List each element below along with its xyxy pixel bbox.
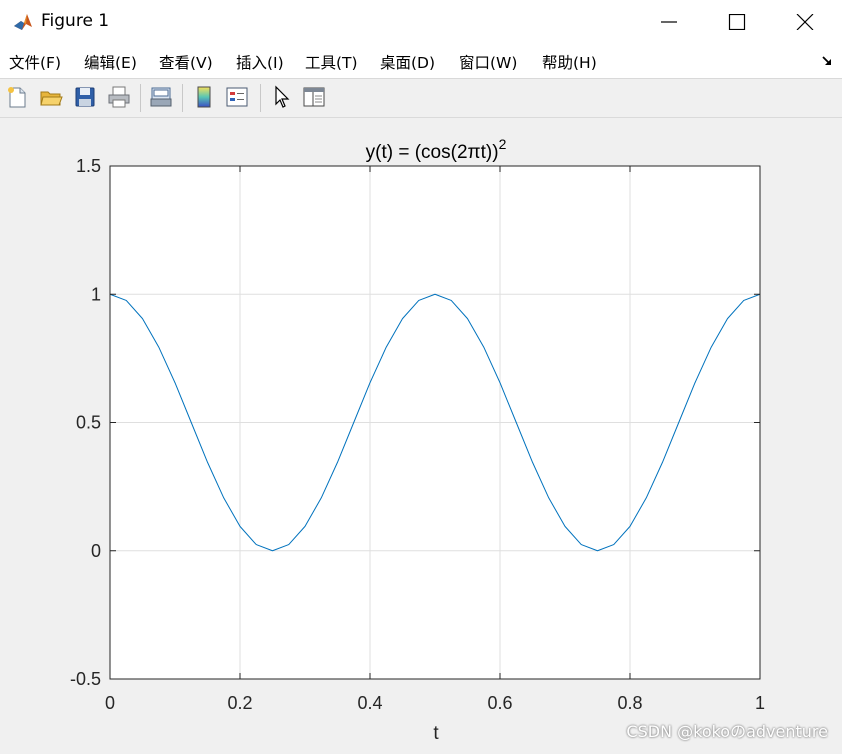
y-tick-label: -0.5 [70,669,101,689]
property-inspector-button[interactable] [301,84,327,110]
x-tick-label: 0.6 [487,693,512,713]
x-axis-label: t [433,723,439,744]
property-inspector-icon [303,87,325,107]
watermark-text: CSDN @kokoのadventure [626,722,828,741]
print-preview-button[interactable] [148,84,174,110]
x-tick-label: 0.8 [617,693,642,713]
new-figure-icon [8,87,26,108]
save-icon [75,87,95,107]
open-file-icon [40,91,63,106]
plot-svg: 0 0.2 0.4 0.6 0.8 1-0.500.511.5ty(t) = (cos(2… [70,136,765,744]
new-figure-button[interactable] [4,84,30,110]
print-icon [108,86,130,108]
open-file-button[interactable] [38,84,64,110]
chart-title-superscript: 2 [499,136,507,152]
menu-tools[interactable]: 工具(T) [305,51,358,73]
toolbar-separator [260,84,261,112]
figure-toolbar [0,79,842,118]
minimize-button[interactable] [635,0,703,44]
y-tick-label: 1 [91,284,101,304]
menu-file[interactable]: 文件(F) [9,51,61,73]
chart-title-main: y(t) = (cos(2πt)) [366,142,499,163]
x-tick-label: 0.4 [357,693,382,713]
window-title: Figure 1 [41,11,110,31]
minimize-icon [661,21,677,23]
menu-window[interactable]: 窗口(W) [459,51,517,73]
y-tick-label: 1.5 [76,156,101,176]
toolbar-separator [182,84,183,112]
chart-title: y(t) = (cos(2πt))2 [366,136,507,163]
menu-bar: 文件(F) 编辑(E) 查看(V) 插入(I) 工具(T) 桌面(D) 窗口(W… [0,44,842,79]
maximize-button[interactable] [703,0,771,44]
colorbar-button[interactable] [191,84,217,110]
x-tick-label: 0.2 [227,693,252,713]
matlab-icon [12,11,34,33]
title-bar: Figure 1 [0,0,842,44]
colorbar-icon [197,86,211,108]
legend-icon [226,87,248,107]
pointer-button[interactable] [269,84,295,110]
save-button[interactable] [72,84,98,110]
print-button[interactable] [106,84,132,110]
legend-button[interactable] [224,84,250,110]
x-tick-label: 0 [105,693,115,713]
x-tick-label: 1 [755,693,765,713]
menu-insert[interactable]: 插入(I) [236,51,284,73]
close-button[interactable] [771,0,839,44]
pointer-icon [275,85,290,108]
maximize-icon [728,14,746,30]
y-tick-label: 0.5 [76,413,101,433]
close-icon [796,14,814,30]
dock-arrow-icon[interactable] [822,56,834,66]
menu-edit[interactable]: 编辑(E) [84,51,137,73]
toolbar-separator [140,84,141,112]
y-tick-label: 0 [91,541,101,561]
figure-canvas: 0 0.2 0.4 0.6 0.8 1 -0.5 0 0.5 1 1.5 t y(t) = (cos(2… [0,118,842,750]
menu-view[interactable]: 查看(V) [159,51,213,73]
menu-help[interactable]: 帮助(H) [542,51,597,73]
menu-desktop[interactable]: 桌面(D) [380,51,435,73]
print-preview-icon [150,87,172,107]
